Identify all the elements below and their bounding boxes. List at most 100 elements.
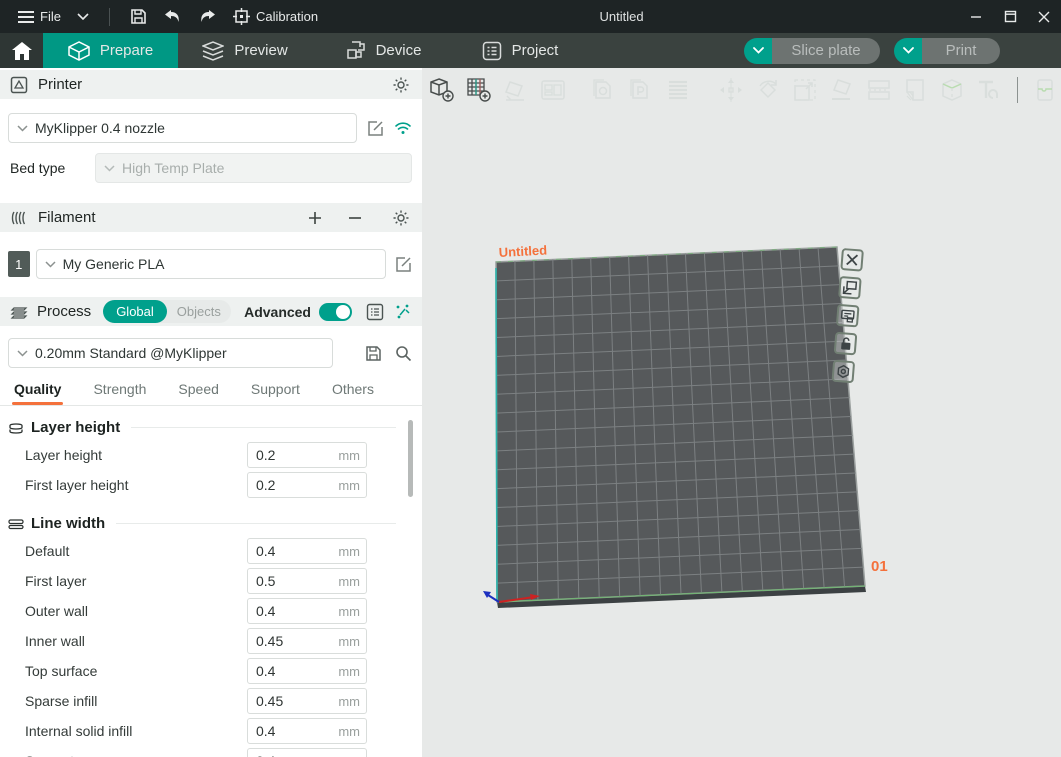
param-row: First layer height mm [0, 470, 422, 500]
slice-plate-button[interactable]: Slice plate [772, 38, 880, 64]
slice-options-button[interactable] [744, 38, 772, 64]
undo-button[interactable] [157, 0, 188, 33]
param-wizard-button[interactable] [394, 301, 412, 323]
auto-orient-button[interactable] [501, 74, 531, 106]
tab-preview[interactable]: Preview [178, 33, 312, 68]
add-plate-button[interactable] [464, 74, 494, 106]
advanced-toggle[interactable] [319, 303, 352, 321]
tab-quality[interactable]: Quality [14, 381, 61, 405]
mesh-boolean-button[interactable] [937, 74, 967, 106]
split-parts-button[interactable] [626, 74, 656, 106]
outer-wall-line-width-input[interactable]: mm [247, 598, 367, 624]
default-line-width-value[interactable] [248, 543, 326, 559]
tab-support[interactable]: Support [251, 381, 300, 405]
printer-settings-button[interactable] [390, 74, 412, 96]
tab-prepare[interactable]: Prepare [43, 33, 178, 68]
chevron-down-icon [17, 350, 28, 357]
filament-settings-button[interactable] [390, 207, 412, 229]
top-surface-line-width-value[interactable] [248, 663, 326, 679]
process-layers-icon [10, 304, 29, 320]
arrange-plate-button[interactable] [838, 276, 862, 300]
move-button[interactable] [716, 74, 746, 106]
calibration-button[interactable]: Calibration [227, 0, 324, 33]
layer-height-group-title: Layer height [31, 419, 120, 436]
param-list-button[interactable] [364, 301, 386, 323]
home-button[interactable] [0, 33, 43, 68]
plate-settings-button[interactable] [836, 304, 860, 328]
add-object-button[interactable] [427, 74, 457, 106]
top-surface-line-width-input[interactable]: mm [247, 658, 367, 684]
support-paint-button[interactable] [901, 74, 931, 106]
titlebar: File Calibration Untitled [0, 0, 1061, 33]
arrange-plate-icon [842, 280, 857, 295]
filament-preset-select[interactable]: My Generic PLA [36, 249, 387, 279]
sparse-infill-line-width-value[interactable] [248, 693, 326, 709]
redo-button[interactable] [192, 0, 223, 33]
save-button[interactable] [124, 0, 153, 33]
tab-project[interactable]: Project [455, 33, 585, 68]
printer-connection-button[interactable] [393, 117, 414, 139]
first-layer-line-width-value[interactable] [248, 573, 326, 589]
rotate-button[interactable] [753, 74, 783, 106]
bed-type-select[interactable]: High Temp Plate [95, 153, 412, 183]
close-button[interactable] [1027, 0, 1061, 33]
printer-edit-button[interactable] [364, 117, 385, 139]
process-preset-select[interactable]: 0.20mm Standard @MyKlipper [8, 338, 333, 368]
layer-height-value[interactable] [248, 447, 326, 463]
cut-button[interactable] [864, 74, 894, 106]
tab-speed[interactable]: Speed [178, 381, 218, 405]
3d-viewport[interactable]: Untitled 01 [422, 68, 1061, 757]
sparse-infill-line-width-input[interactable]: mm [247, 688, 367, 714]
split-objects-button[interactable] [589, 74, 619, 106]
minimize-button[interactable] [959, 0, 993, 33]
lock-plate-button[interactable] [834, 332, 858, 356]
file-dropdown-button[interactable] [71, 0, 95, 33]
tab-strength[interactable]: Strength [93, 381, 146, 405]
layer-height-input[interactable]: mm [247, 442, 367, 468]
scope-global-button[interactable]: Global [103, 300, 167, 323]
settings-sidebar: Printer MyKlipper 0.4 nozzle Bed type Hi… [0, 68, 422, 757]
unit-label: mm [338, 634, 366, 649]
arrange-button[interactable] [538, 74, 568, 106]
variable-layer-height-button[interactable] [663, 74, 693, 106]
file-menu-button[interactable]: File [12, 0, 67, 33]
remove-filament-button[interactable] [344, 207, 366, 229]
printer-preset-select[interactable]: MyKlipper 0.4 nozzle [8, 113, 357, 143]
line-width-group-header: Line width [0, 506, 422, 536]
first-layer-line-width-input[interactable]: mm [247, 568, 367, 594]
scale-button[interactable] [790, 74, 820, 106]
params-scrollbar[interactable] [408, 420, 413, 497]
layer-height-icon [8, 421, 24, 435]
internal-solid-infill-line-width-value[interactable] [248, 723, 326, 739]
delete-plate-button[interactable] [840, 248, 864, 272]
first-layer-height-value[interactable] [248, 477, 326, 493]
place-on-face-button[interactable] [827, 74, 857, 106]
print-split-button: Print [894, 38, 1000, 64]
hamburger-icon [18, 11, 34, 23]
support-line-width-input[interactable]: mm [247, 748, 367, 757]
text-tool-button[interactable] [974, 74, 1004, 106]
print-options-button[interactable] [894, 38, 922, 64]
first-layer-height-input[interactable]: mm [247, 472, 367, 498]
inner-wall-line-width-value[interactable] [248, 633, 326, 649]
chevron-down-icon [17, 125, 28, 132]
default-line-width-input[interactable]: mm [247, 538, 367, 564]
outer-wall-line-width-value[interactable] [248, 603, 326, 619]
filament-edit-button[interactable] [392, 253, 414, 275]
maximize-button[interactable] [993, 0, 1027, 33]
build-plate[interactable]: Untitled 01 [422, 68, 1061, 757]
unit-label: mm [338, 604, 366, 619]
tab-others[interactable]: Others [332, 381, 374, 405]
internal-solid-infill-line-width-input[interactable]: mm [247, 718, 367, 744]
support-line-width-value[interactable] [248, 753, 326, 757]
tab-device[interactable]: Device [312, 33, 455, 68]
add-filament-button[interactable] [304, 207, 326, 229]
scope-objects-button[interactable]: Objects [167, 300, 231, 323]
save-preset-button[interactable] [363, 342, 385, 364]
assembly-button[interactable] [1031, 74, 1061, 106]
plate-gear-button[interactable] [831, 360, 855, 384]
inner-wall-line-width-input[interactable]: mm [247, 628, 367, 654]
search-param-button[interactable] [392, 342, 414, 364]
print-button[interactable]: Print [922, 38, 1000, 64]
calibration-label: Calibration [256, 9, 318, 24]
